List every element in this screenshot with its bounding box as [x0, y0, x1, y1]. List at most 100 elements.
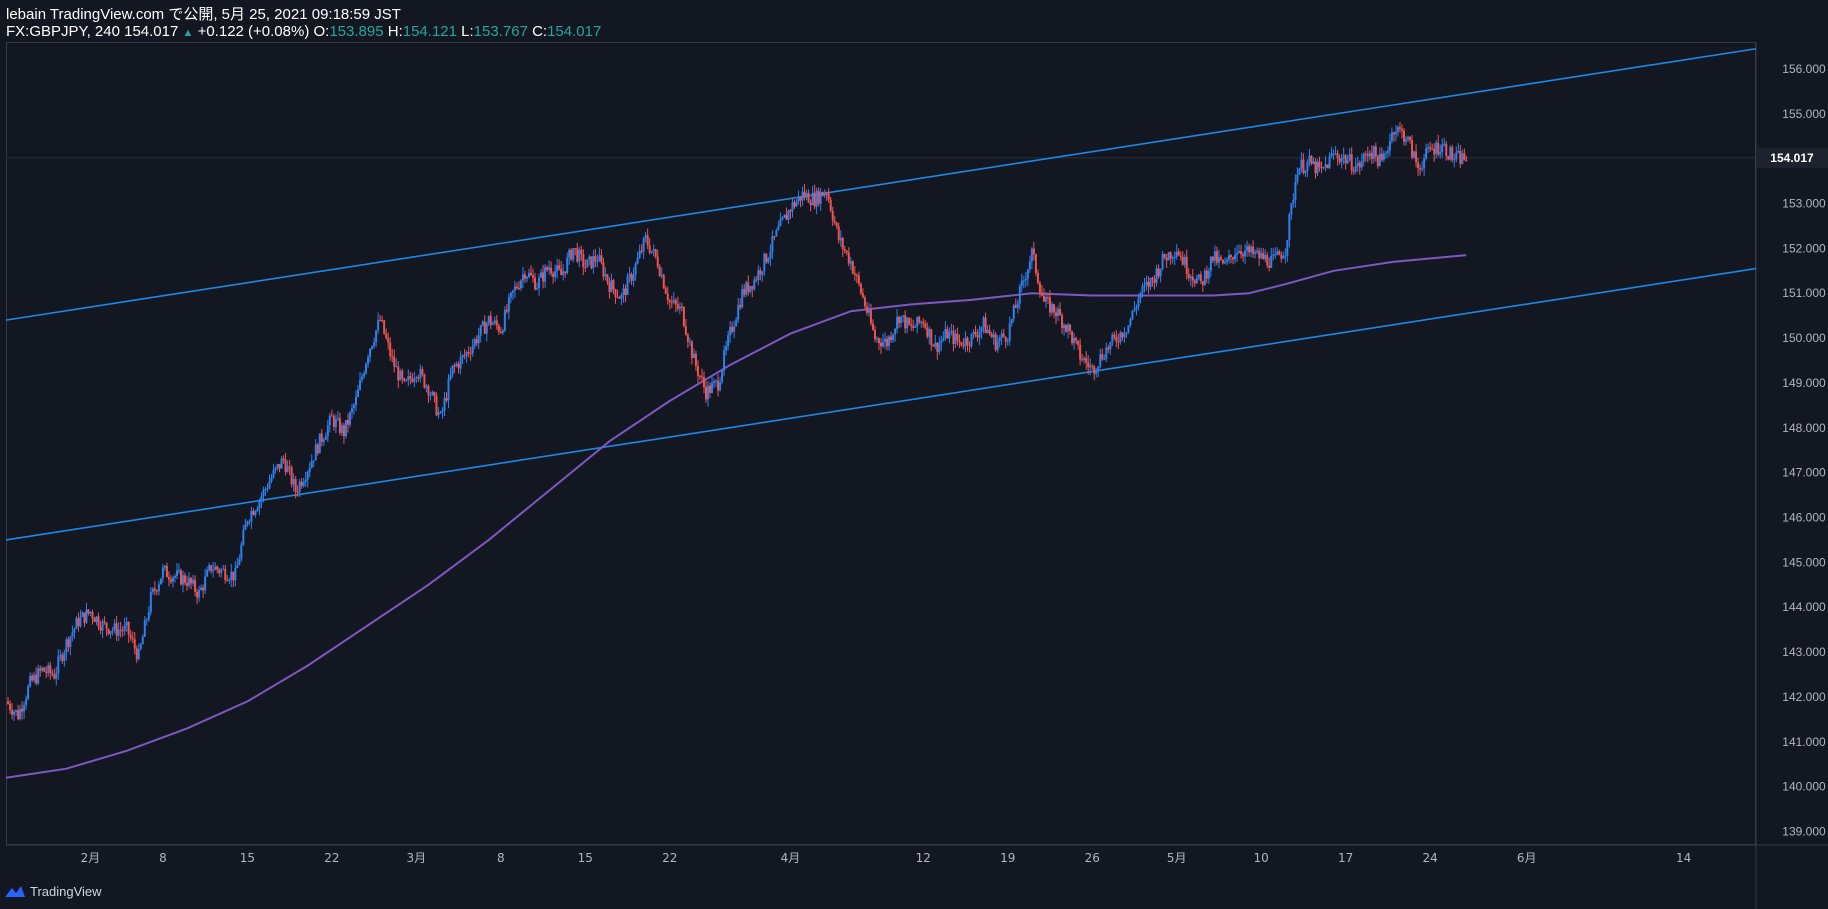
candle — [1117, 333, 1120, 350]
candle — [1024, 271, 1027, 288]
candle-body — [1048, 297, 1051, 313]
candle-body — [17, 710, 20, 720]
candle — [463, 348, 466, 360]
candle-body — [1153, 279, 1156, 283]
candle-body — [574, 248, 577, 250]
candle-body — [425, 386, 428, 388]
candle-body — [767, 258, 770, 263]
candle — [1187, 268, 1190, 282]
candle-body — [934, 342, 937, 347]
candle — [801, 186, 804, 206]
candle-body — [1185, 256, 1188, 275]
candle — [1213, 245, 1216, 267]
candle-body — [984, 317, 987, 333]
candle-body — [145, 619, 148, 621]
candle — [570, 248, 573, 261]
candle-body — [956, 333, 959, 341]
candle — [1443, 137, 1446, 147]
candle-body — [602, 262, 605, 277]
candle-body — [960, 342, 963, 346]
candle-body — [171, 577, 174, 582]
candle — [1402, 128, 1405, 146]
candle — [111, 626, 114, 636]
candle-body — [1238, 251, 1241, 253]
candle-body — [1097, 366, 1100, 371]
candle — [383, 319, 386, 335]
candle-body — [992, 334, 995, 338]
candle-body — [1057, 308, 1060, 316]
candle — [1183, 254, 1186, 268]
candle — [869, 303, 872, 326]
candle — [912, 319, 915, 332]
candle-body — [622, 288, 625, 295]
candle — [1286, 240, 1289, 263]
candle — [1157, 264, 1160, 279]
candle — [705, 380, 707, 403]
candle — [479, 325, 482, 343]
candle-body — [87, 609, 90, 614]
candle — [1079, 338, 1082, 366]
candle-body — [111, 629, 114, 632]
y-tick-label: 156.000 — [1782, 62, 1826, 76]
candle-body — [994, 334, 997, 350]
candle — [890, 331, 893, 343]
candle-body — [618, 297, 621, 299]
candle-body — [1378, 153, 1381, 167]
candle — [75, 616, 78, 629]
candle — [53, 668, 56, 680]
candle-body — [206, 570, 209, 577]
candle-body — [129, 635, 132, 638]
candle — [83, 612, 86, 628]
candle-body — [1161, 254, 1164, 269]
candle — [960, 342, 963, 347]
y-tick-label: 142.000 — [1782, 690, 1826, 704]
candle-body — [139, 644, 142, 649]
candle-body — [523, 274, 526, 279]
candle-body — [220, 569, 223, 573]
price-chart[interactable]: 156.000 155.000 153.000 152.000 151.000 150.0… — [0, 0, 1828, 909]
candle — [624, 284, 627, 303]
candle-body — [843, 248, 846, 251]
candle — [266, 483, 269, 493]
candle — [546, 265, 549, 272]
candle-body — [391, 356, 394, 358]
candle — [711, 375, 714, 394]
candle — [767, 256, 770, 264]
candle-body — [636, 257, 639, 264]
candle — [352, 402, 355, 415]
candle-body — [1059, 308, 1062, 316]
candle-body — [495, 320, 498, 326]
candle — [994, 331, 997, 352]
candle — [59, 649, 62, 662]
candle-body — [1042, 295, 1045, 302]
candle-body — [250, 511, 253, 522]
candle-body — [1014, 305, 1017, 308]
candle-body — [1187, 274, 1190, 279]
candle-body — [968, 345, 971, 347]
candle — [1069, 323, 1072, 335]
candle — [1459, 145, 1462, 169]
candle-body — [823, 193, 826, 197]
candle — [489, 311, 492, 330]
candle — [1400, 124, 1403, 139]
candle — [1441, 138, 1444, 158]
candle — [212, 562, 215, 578]
candle-body — [692, 353, 695, 359]
candle — [471, 338, 474, 357]
candle — [302, 477, 305, 488]
candle — [1427, 143, 1430, 154]
candle — [204, 568, 207, 595]
candle-body — [1280, 254, 1283, 259]
candle-body — [614, 289, 617, 298]
candle — [135, 645, 138, 663]
candle-body — [606, 274, 609, 282]
candle — [986, 325, 989, 334]
candle — [1328, 152, 1331, 170]
candle-body — [274, 467, 277, 470]
candle — [558, 259, 561, 271]
candle — [944, 321, 947, 342]
candle-body — [467, 351, 470, 354]
candle-body — [25, 698, 28, 706]
candle — [250, 506, 253, 530]
candle — [1040, 284, 1043, 297]
